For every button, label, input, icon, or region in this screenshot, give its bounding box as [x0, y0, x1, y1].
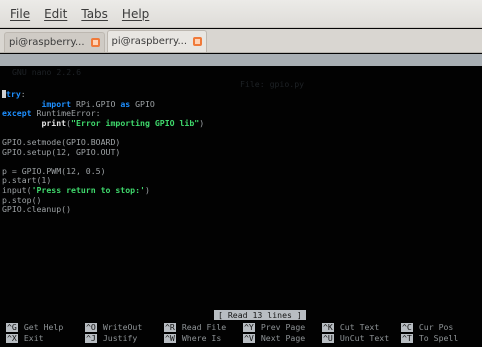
shortcut-exit: ^X Exit [6, 333, 85, 344]
code-token: "Error importing GPIO lib" [71, 117, 200, 128]
shortcut-writeout: ^O WriteOut [85, 322, 164, 333]
shortcut-where-is: ^W Where Is [164, 333, 243, 344]
shortcut-key: ^Y [243, 322, 255, 332]
shortcut-justify: ^J Justify [85, 333, 164, 344]
shortcut-prev-page: ^Y Prev Page [243, 322, 322, 333]
shortcut-label: Prev Page [260, 321, 306, 332]
shortcut-label: Exit [23, 332, 44, 343]
code-token: input( [2, 184, 32, 195]
shortcut-row: ^G Get Help ^O WriteOut ^R Read File ^Y Prev Pa… [6, 322, 482, 333]
menu-tabs[interactable]: Tabs [81, 7, 108, 21]
tab-label: pi@raspberry... [111, 36, 188, 47]
code-token: GPIO [130, 98, 155, 109]
menu-bar: File Edit Tabs Help [0, 0, 482, 28]
shortcut-label: UnCut Text [339, 332, 390, 343]
code-token: 'Press return to stop:' [31, 184, 145, 195]
terminal-window: File Edit Tabs Help pi@raspberry... pi@r… [0, 0, 482, 347]
close-tab-icon[interactable] [90, 38, 100, 47]
menu-file[interactable]: File [10, 7, 30, 21]
code-token: p.stop() [2, 194, 42, 205]
code-token: try [6, 89, 21, 99]
code-token: import [41, 98, 72, 109]
code-token: ) [199, 117, 205, 128]
tab-terminal-1[interactable]: pi@raspberry... [4, 32, 105, 52]
shortcut-row: ^X Exit ^J Justify ^W Where Is ^V Next Page ^U Un… [6, 333, 482, 344]
shortcut-bar: ^G Get Help ^O WriteOut ^R Read File ^Y Prev Pa… [6, 322, 482, 344]
code-line: GPIO.setup(12, GPIO.OUT) [2, 146, 204, 158]
code-editor[interactable]: try: import RPi.GPIO as GPIO except Runti… [2, 89, 205, 215]
shortcut-label: Read File [181, 321, 227, 332]
code-token: RuntimeError: [31, 108, 101, 119]
close-tab-icon[interactable] [193, 37, 202, 46]
menu-edit[interactable]: Edit [44, 7, 67, 21]
shortcut-label: Cut Text [339, 321, 380, 332]
code-line: GPIO.cleanup() [2, 204, 204, 215]
status-message: [ Read 13 lines ] [214, 310, 306, 320]
shortcut-key: ^C [401, 322, 413, 332]
terminal-area[interactable]: GNU nano 2.2.6 File: gpio.py try: import… [0, 54, 482, 347]
shortcut-label: Justify [102, 332, 138, 343]
shortcut-key: ^U [322, 333, 334, 343]
shortcut-key: ^O [85, 322, 97, 332]
nano-file-name: File: gpio.py [240, 79, 305, 89]
shortcut-label: To Spell [418, 332, 459, 343]
shortcut-cut-text: ^K Cut Text [322, 322, 401, 333]
code-token: ) [144, 184, 150, 195]
shortcut-uncut-text: ^U UnCut Text [322, 333, 401, 344]
tab-terminal-2[interactable]: pi@raspberry... [106, 30, 207, 52]
shortcut-label: WriteOut [102, 321, 143, 332]
code-token: except [2, 108, 32, 119]
shortcut-key: ^V [243, 333, 255, 343]
shortcut-cur-pos: ^C Cur Pos [401, 322, 480, 333]
shortcut-key: ^W [164, 333, 176, 343]
shortcut-next-page: ^V Next Page [243, 333, 322, 344]
shortcut-label: Cur Pos [418, 321, 454, 332]
code-token: GPIO.cleanup() [2, 204, 72, 215]
code-token: p = GPIO.PWM(12, 0.5) [2, 165, 106, 176]
shortcut-key: ^G [6, 322, 18, 332]
code-token: GPIO.setmode(GPIO.BOARD) [2, 136, 121, 147]
code-token: GPIO.setup(12, GPIO.OUT) [2, 146, 121, 157]
menu-help[interactable]: Help [122, 7, 149, 21]
shortcut-read-file: ^R Read File [164, 322, 243, 333]
code-line: print("Error importing GPIO lib") [2, 117, 205, 129]
code-token: p.start(1) [2, 175, 52, 186]
shortcut-label: Get Help [23, 321, 64, 332]
code-token: as [120, 98, 131, 109]
shortcut-label: Next Page [260, 332, 306, 343]
shortcut-get-help: ^G Get Help [6, 322, 85, 333]
tab-bar: pi@raspberry... pi@raspberry... [0, 29, 482, 53]
shortcut-to-spell: ^T To Spell [401, 333, 480, 344]
code-token: RPi.GPIO [71, 98, 121, 109]
shortcut-key: ^T [401, 333, 413, 343]
code-token: : [20, 89, 26, 99]
shortcut-key: ^J [85, 333, 97, 343]
nano-title-bar: GNU nano 2.2.6 File: gpio.py [0, 54, 482, 89]
nano-version: GNU nano 2.2.6 [12, 67, 82, 77]
tab-label: pi@raspberry... [9, 37, 85, 48]
shortcut-key: ^K [322, 322, 334, 332]
shortcut-key: ^X [6, 333, 18, 343]
shortcut-key: ^R [164, 322, 176, 332]
shortcut-label: Where Is [181, 332, 222, 343]
code-token: print [41, 117, 67, 128]
